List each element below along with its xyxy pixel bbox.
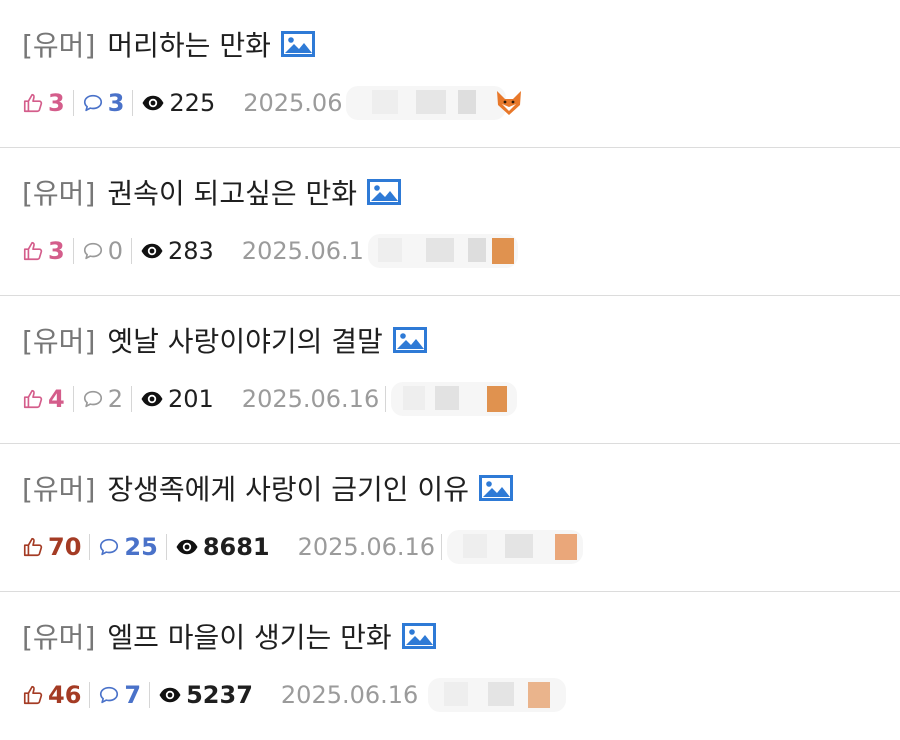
thumbs-up-icon bbox=[22, 388, 44, 410]
post-item[interactable]: [유머] 엘프 마을이 생기는 만화 46 7 5237 2025.06.16 bbox=[0, 592, 900, 740]
post-title[interactable]: 권속이 되고싶은 만화 bbox=[107, 172, 357, 212]
author-redacted bbox=[383, 382, 523, 416]
post-date: 2025.06.16 bbox=[297, 533, 436, 561]
likes-count: 4 bbox=[48, 385, 65, 413]
comments-stat[interactable]: 0 bbox=[82, 237, 123, 265]
speech-bubble-icon bbox=[98, 536, 120, 558]
speech-bubble-icon bbox=[82, 388, 104, 410]
post-title-row[interactable]: [유머] 옛날 사랑이야기의 결말 bbox=[22, 318, 427, 362]
views-stat: 225 bbox=[141, 89, 215, 117]
likes-count: 70 bbox=[48, 533, 82, 561]
comments-stat[interactable]: 25 bbox=[98, 533, 158, 561]
post-title-row[interactable]: [유머] 머리하는 만화 bbox=[22, 22, 315, 66]
eye-icon bbox=[175, 535, 199, 559]
divider bbox=[72, 90, 74, 116]
comments-count: 25 bbox=[124, 533, 158, 561]
post-title-row[interactable]: [유머] 엘프 마을이 생기는 만화 bbox=[22, 614, 436, 658]
author-redacted bbox=[346, 86, 526, 120]
divider bbox=[130, 386, 132, 412]
post-meta: 4 2 201 2025.06.16 bbox=[22, 382, 523, 416]
post-title[interactable]: 옛날 사랑이야기의 결말 bbox=[107, 320, 382, 360]
comments-stat[interactable]: 2 bbox=[82, 385, 123, 413]
post-item[interactable]: [유머] 머리하는 만화 3 3 225 2025.06 bbox=[0, 0, 900, 148]
divider bbox=[132, 90, 134, 116]
post-category: [유머] bbox=[22, 177, 96, 210]
eye-icon bbox=[140, 387, 164, 411]
eye-icon bbox=[141, 91, 165, 115]
post-item[interactable]: [유머] 권속이 되고싶은 만화 3 0 283 2025.06.1 bbox=[0, 148, 900, 296]
likes-count: 3 bbox=[48, 89, 65, 117]
speech-bubble-icon bbox=[98, 684, 120, 706]
post-meta: 3 0 283 2025.06.1 bbox=[22, 234, 528, 268]
likes-stat: 3 bbox=[22, 89, 65, 117]
divider bbox=[165, 534, 167, 560]
comments-stat[interactable]: 7 bbox=[98, 681, 141, 709]
eye-icon bbox=[158, 683, 182, 707]
likes-count: 3 bbox=[48, 237, 65, 265]
thumbs-up-icon bbox=[22, 240, 44, 262]
post-date: 2025.06.16 bbox=[241, 385, 380, 413]
comments-count: 0 bbox=[107, 237, 123, 265]
likes-stat: 70 bbox=[22, 533, 81, 561]
post-date: 2025.06.1 bbox=[241, 237, 364, 265]
speech-bubble-icon bbox=[82, 92, 104, 114]
post-list: [유머] 머리하는 만화 3 3 225 2025.06 [유머] 권속이 되고… bbox=[0, 0, 900, 740]
eye-icon bbox=[140, 239, 164, 263]
views-count: 225 bbox=[169, 89, 216, 117]
likes-stat: 46 bbox=[22, 681, 81, 709]
divider bbox=[72, 386, 74, 412]
post-category: [유머] bbox=[22, 29, 96, 62]
post-category: [유머] bbox=[22, 325, 96, 358]
post-meta: 70 25 8681 2025.06.16 bbox=[22, 530, 589, 564]
image-icon bbox=[367, 179, 401, 205]
post-title[interactable]: 머리하는 만화 bbox=[107, 24, 270, 64]
image-icon bbox=[281, 31, 315, 57]
views-stat: 283 bbox=[140, 237, 214, 265]
thumbs-up-icon bbox=[22, 92, 44, 114]
post-item[interactable]: [유머] 장생족에게 사랑이 금기인 이유 70 25 8681 2025.06… bbox=[0, 444, 900, 592]
image-icon bbox=[393, 327, 427, 353]
comments-count: 3 bbox=[107, 89, 125, 117]
post-meta: 46 7 5237 2025.06.16 bbox=[22, 678, 572, 712]
thumbs-up-icon bbox=[22, 536, 44, 558]
image-icon bbox=[479, 475, 513, 501]
views-stat: 8681 bbox=[175, 533, 270, 561]
divider bbox=[149, 682, 151, 708]
thumbs-up-icon bbox=[22, 684, 44, 706]
post-title-row[interactable]: [유머] 권속이 되고싶은 만화 bbox=[22, 170, 401, 214]
post-meta: 3 3 225 2025.06 bbox=[22, 86, 526, 120]
comments-count: 2 bbox=[107, 385, 123, 413]
post-category: [유머] bbox=[22, 621, 96, 654]
views-count: 8681 bbox=[202, 533, 270, 561]
views-count: 283 bbox=[167, 237, 214, 265]
views-stat: 201 bbox=[140, 385, 214, 413]
likes-stat: 3 bbox=[22, 237, 65, 265]
likes-stat: 4 bbox=[22, 385, 65, 413]
post-title[interactable]: 엘프 마을이 생기는 만화 bbox=[107, 616, 391, 656]
author-redacted bbox=[367, 234, 528, 268]
author-redacted bbox=[422, 678, 572, 712]
post-category: [유머] bbox=[22, 473, 96, 506]
divider bbox=[130, 238, 132, 264]
post-title-row[interactable]: [유머] 장생족에게 사랑이 금기인 이유 bbox=[22, 466, 513, 510]
divider bbox=[89, 534, 91, 560]
views-count: 201 bbox=[167, 385, 214, 413]
likes-count: 46 bbox=[48, 681, 82, 709]
comments-stat[interactable]: 3 bbox=[82, 89, 125, 117]
divider bbox=[72, 238, 74, 264]
post-date: 2025.06.16 bbox=[280, 681, 419, 709]
author-redacted bbox=[439, 530, 589, 564]
image-icon bbox=[402, 623, 436, 649]
fox-icon bbox=[497, 91, 522, 115]
views-stat: 5237 bbox=[158, 681, 253, 709]
post-item[interactable]: [유머] 옛날 사랑이야기의 결말 4 2 201 2025.06.16 bbox=[0, 296, 900, 444]
post-title[interactable]: 장생족에게 사랑이 금기인 이유 bbox=[107, 468, 469, 508]
comments-count: 7 bbox=[124, 681, 142, 709]
views-count: 5237 bbox=[186, 681, 253, 709]
speech-bubble-icon bbox=[82, 240, 104, 262]
post-date: 2025.06 bbox=[243, 89, 343, 117]
divider bbox=[89, 682, 91, 708]
